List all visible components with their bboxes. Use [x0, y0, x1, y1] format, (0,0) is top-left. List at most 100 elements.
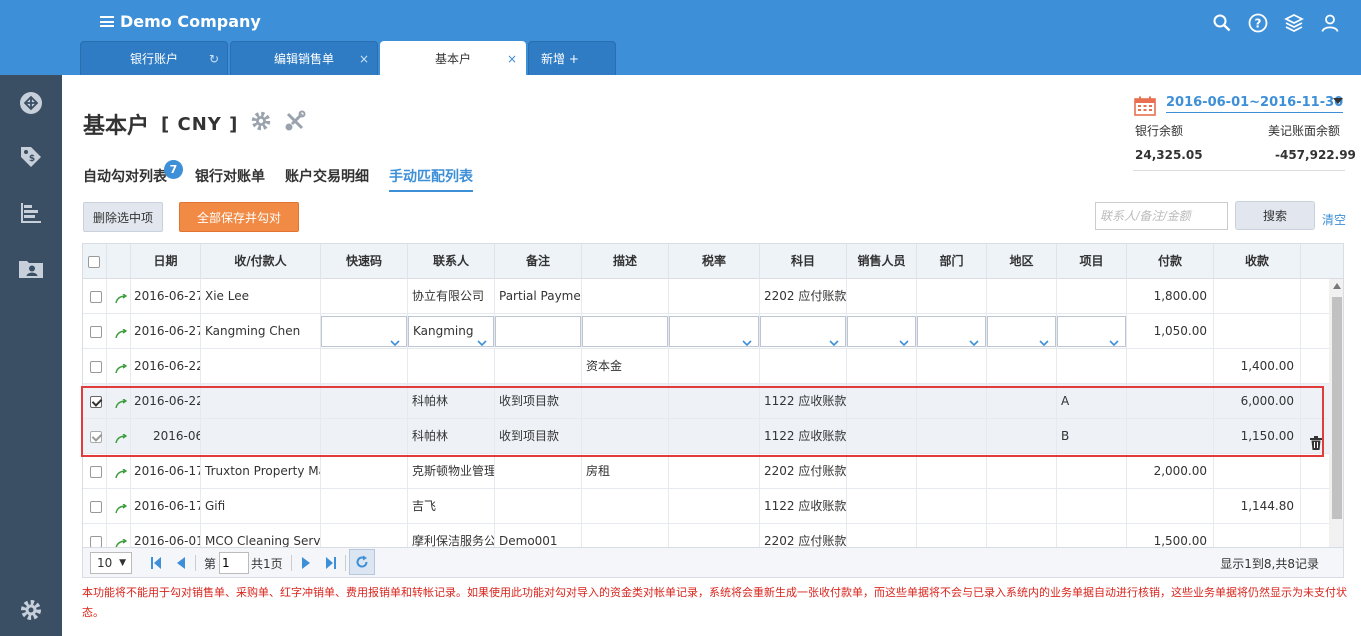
sales-select[interactable]: [847, 316, 916, 347]
col-payee[interactable]: 收/付款人: [201, 244, 321, 279]
cell-pay: 1,800.00: [1127, 279, 1214, 314]
tab-account-transactions[interactable]: 账户交易明细: [285, 166, 369, 192]
col-salesperson[interactable]: 销售人员: [847, 244, 917, 279]
last-page-icon[interactable]: [326, 557, 336, 569]
tab-bank-accounts[interactable]: 银行账户 ↻: [80, 41, 228, 75]
layers-icon[interactable]: [1283, 12, 1305, 34]
col-memo[interactable]: 备注: [495, 244, 582, 279]
tag-icon[interactable]: $: [16, 142, 46, 172]
match-link-cell: [107, 454, 131, 489]
svg-text:$: $: [29, 154, 35, 164]
scrollbar-thumb[interactable]: [1332, 297, 1342, 519]
calendar-icon[interactable]: [1134, 96, 1156, 119]
tab-new[interactable]: 新增 +: [528, 41, 616, 75]
refresh-button[interactable]: [349, 549, 375, 575]
quick-select[interactable]: [321, 316, 407, 347]
tab-bank-statement[interactable]: 银行对账单: [195, 166, 265, 192]
cell-pay: [1127, 349, 1214, 384]
contacts-folder-icon[interactable]: [16, 253, 46, 283]
row-checkbox[interactable]: [90, 361, 102, 373]
first-page-icon[interactable]: [151, 557, 161, 569]
clear-link[interactable]: 清空: [1322, 211, 1346, 228]
row-checkbox[interactable]: [90, 291, 102, 303]
col-tax-rate[interactable]: 税率: [669, 244, 760, 279]
select-all-checkbox[interactable]: [88, 256, 100, 268]
table-row[interactable]: 2016-06-27Xie Lee 协立有限公司Partial Payment 22…: [83, 279, 1329, 314]
desc-select[interactable]: [582, 316, 668, 347]
settings-gear-icon[interactable]: [250, 110, 272, 138]
col-payment[interactable]: 付款: [1127, 244, 1214, 279]
col-region[interactable]: 地区: [987, 244, 1057, 279]
help-icon[interactable]: ?: [1247, 12, 1269, 34]
col-department[interactable]: 部门: [917, 244, 987, 279]
row-checkbox[interactable]: [90, 536, 102, 547]
refresh-icon[interactable]: ↻: [209, 52, 219, 66]
chevron-down-icon: ▼: [119, 558, 126, 568]
cell-date: 2016-06-01: [131, 524, 201, 547]
search-input[interactable]: [1095, 202, 1228, 230]
cell-sales: [847, 349, 917, 384]
report-icon[interactable]: [16, 198, 46, 228]
cell-memo: Partial Payment: [495, 279, 582, 314]
col-quick-code[interactable]: 快速码: [321, 244, 408, 279]
tools-icon[interactable]: [284, 110, 306, 138]
memo-select[interactable]: [495, 316, 581, 347]
delete-selected-button[interactable]: 删除选中项: [83, 202, 163, 232]
close-icon[interactable]: ×: [359, 52, 369, 66]
region-select[interactable]: [987, 316, 1056, 347]
tab-basic-account[interactable]: 基本户 ×: [380, 41, 526, 75]
table-row[interactable]: 2016-06-22 资本金 1,400.00: [83, 349, 1329, 384]
row-checkbox[interactable]: [90, 501, 102, 513]
cell-region: [987, 349, 1057, 384]
cell-project: [1057, 279, 1127, 314]
vertical-scrollbar[interactable]: [1329, 279, 1343, 547]
search-button[interactable]: 搜索: [1235, 201, 1315, 230]
row-checkbox[interactable]: [90, 466, 102, 478]
row-checkbox[interactable]: [90, 326, 102, 338]
table-row[interactable]: 2016-06-01MCO Cleaning Services 摩利保洁服务公司D…: [83, 524, 1329, 547]
col-contact[interactable]: 联系人: [408, 244, 495, 279]
cell-region: [987, 524, 1057, 547]
dept-select[interactable]: [917, 316, 986, 347]
tab-manual-match-list[interactable]: 手动匹配列表: [389, 166, 473, 192]
col-receipt[interactable]: 收款: [1214, 244, 1301, 279]
tax-select[interactable]: [669, 316, 759, 347]
table-row[interactable]: 2016-06-17Truxton Property Management 克斯顿…: [83, 454, 1329, 489]
cell-contact: 协立有限公司: [408, 279, 495, 314]
table-row[interactable]: 2016-06-17 Gifi 吉飞 1122 应收账款 1,144.80: [83, 489, 1329, 524]
col-description[interactable]: 描述: [582, 244, 669, 279]
tab-auto-match-list[interactable]: 自动勾对列表 7: [83, 160, 183, 192]
dashboard-icon[interactable]: [16, 88, 46, 118]
col-project[interactable]: 项目: [1057, 244, 1127, 279]
cell-sales: [847, 489, 917, 524]
cell-contact: 摩利保洁服务公司: [408, 524, 495, 547]
save-all-and-match-button[interactable]: 全部保存并勾对: [179, 202, 299, 232]
col-account[interactable]: 科目: [760, 244, 847, 279]
chevron-down-icon[interactable]: [1333, 98, 1343, 104]
contact-select[interactable]: Kangming: [408, 316, 494, 347]
settings-icon[interactable]: [16, 595, 46, 625]
project-select[interactable]: [1057, 316, 1126, 347]
col-date[interactable]: 日期: [131, 244, 201, 279]
page-number-input[interactable]: [219, 552, 249, 574]
close-icon[interactable]: ×: [507, 52, 517, 66]
search-icon[interactable]: [1211, 12, 1233, 34]
prev-page-icon[interactable]: [177, 557, 185, 569]
chevron-down-icon: [899, 326, 909, 349]
match-link-icon: [115, 493, 128, 514]
tab-edit-sales-order[interactable]: 编辑销售单 ×: [230, 41, 378, 75]
total-pages-label: 共1页: [251, 557, 283, 571]
cell-sales: [847, 314, 917, 349]
table-row[interactable]: 2016-06-27 Kangming Chen Kangming 1,050.00: [83, 314, 1329, 349]
divider: [345, 555, 346, 571]
account-select[interactable]: [760, 316, 846, 347]
menu-icon[interactable]: [100, 16, 114, 27]
user-icon[interactable]: [1319, 12, 1341, 34]
company-menu[interactable]: Demo Company: [100, 12, 261, 31]
next-page-icon[interactable]: [302, 557, 310, 569]
sidebar: $: [0, 75, 62, 636]
page-size-select[interactable]: 10 ▼: [90, 552, 132, 574]
cell-receive: 1,400.00: [1214, 349, 1301, 384]
date-range-selector[interactable]: 2016-06-01~2016-11-30: [1166, 95, 1344, 113]
cell-project: [1057, 454, 1127, 489]
